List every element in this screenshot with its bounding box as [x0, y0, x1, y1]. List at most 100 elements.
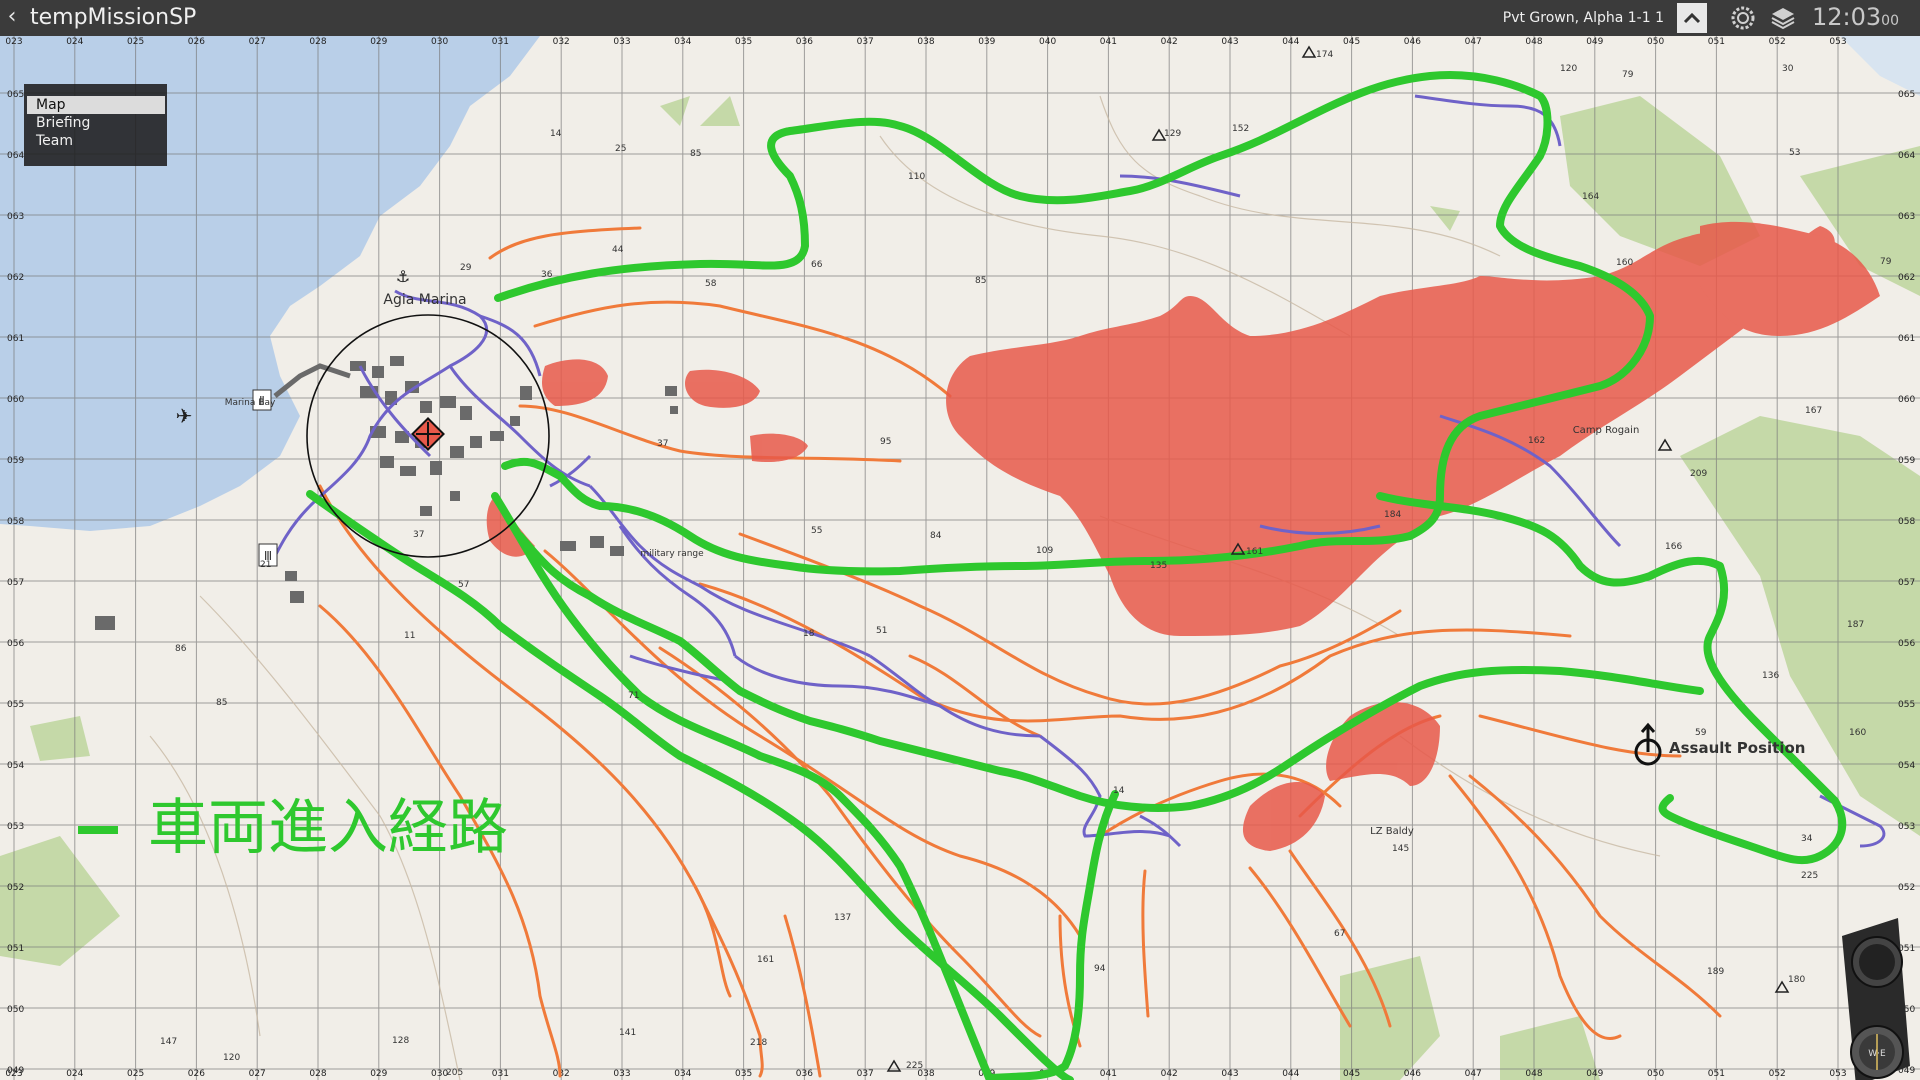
grid-y-label: 055	[1898, 700, 1915, 710]
grid-y-label: 058	[1898, 517, 1915, 527]
clock-time: 12:03	[1812, 3, 1882, 31]
grid-x-label: 028	[309, 1069, 326, 1079]
elevation-label: 136	[1762, 671, 1779, 681]
grid-y-label: 063	[7, 212, 24, 222]
grid-x-label: 052	[1769, 37, 1786, 47]
range-label: military range	[640, 549, 704, 559]
grid-y-label: 057	[1898, 578, 1915, 588]
elevation-label: 85	[975, 276, 986, 286]
map-canvas[interactable]: 023 024 025 026 027 028 029 030 031 032 033 034 035 0…	[0, 36, 1920, 1080]
elevation-label: 187	[1847, 620, 1864, 630]
elevation-label: 36	[541, 270, 553, 280]
elevation-label: 167	[1805, 406, 1822, 416]
grid-x-label: 032	[553, 37, 570, 47]
grid-x-label: 037	[857, 1069, 874, 1079]
grid-x-label: 041	[1100, 1069, 1117, 1079]
grid-x-label: 046	[1404, 1069, 1421, 1079]
elevation-label: 37	[413, 530, 424, 540]
elevation-label: 37	[657, 439, 668, 449]
grid-x-label: 048	[1525, 37, 1542, 47]
grid-x-label: 051	[1708, 1069, 1725, 1079]
elevation-label: 85	[690, 149, 701, 159]
elevation-label: 84	[930, 531, 942, 541]
elevation-label: 120	[1560, 64, 1577, 74]
grid-x-label: 033	[613, 37, 630, 47]
menu-item-team[interactable]: Team	[27, 132, 165, 150]
grid-x-label: 034	[674, 37, 691, 47]
svg-text:⚓: ⚓	[396, 267, 410, 286]
town-label: Agia Marina	[383, 292, 466, 308]
grid-x-label: 036	[796, 1069, 813, 1079]
grid-y-label: 055	[7, 700, 24, 710]
elevation-label: 166	[1665, 542, 1682, 552]
elevation-label: 66	[811, 260, 823, 270]
grid-x-label: 040	[1039, 37, 1056, 47]
elevation-label: 25	[615, 144, 626, 154]
elevation-label: 128	[392, 1036, 409, 1046]
elevation-label: 205	[446, 1068, 463, 1078]
grid-x-label: 031	[492, 37, 509, 47]
grid-x-label: 051	[1708, 37, 1725, 47]
svg-text:✈: ✈	[176, 404, 193, 428]
grid-x-label: 044	[1282, 37, 1299, 47]
elevation-label: 109	[1036, 546, 1053, 556]
elevation-label: 180	[1788, 975, 1805, 985]
collapse-button[interactable]	[1677, 3, 1707, 33]
grid-x-label: 041	[1100, 37, 1117, 47]
menu-item-briefing[interactable]: Briefing	[27, 114, 165, 132]
elevation-label: 161	[757, 955, 774, 965]
menu-item-map[interactable]: Map	[27, 96, 165, 114]
elevation-label: 67	[1334, 929, 1345, 939]
elevation-label: 21	[260, 560, 271, 570]
mission-clock: 12:0300	[1812, 2, 1899, 36]
elevation-label: 94	[1094, 964, 1106, 974]
grid-x-label: 028	[309, 37, 326, 47]
grid-y-label: 060	[1898, 395, 1915, 405]
elevation-label: 29	[460, 263, 472, 273]
elevation-label: 59	[1695, 728, 1707, 738]
back-chevron-icon[interactable]: ‹	[4, 5, 20, 29]
grid-x-label: 023	[5, 37, 22, 47]
grid-x-label: 034	[674, 1069, 691, 1079]
grid-y-label: 056	[7, 639, 24, 649]
grid-x-label: 026	[188, 37, 205, 47]
grid-x-label: 047	[1465, 1069, 1482, 1079]
grid-x-label: 036	[796, 37, 813, 47]
grid-y-label: 065	[7, 90, 24, 100]
elevation-label: 225	[906, 1061, 923, 1071]
map-view[interactable]: 023 024 025 026 027 028 029 030 031 032 033 034 035 0…	[0, 36, 1920, 1080]
map-menu: Map Briefing Team	[24, 84, 167, 166]
elevation-label: 129	[1164, 129, 1181, 139]
elevation-label: 11	[404, 631, 415, 641]
elevation-label: 51	[876, 626, 887, 636]
elevation-label: 209	[1690, 469, 1707, 479]
elevation-label: 161	[1246, 547, 1263, 557]
elevation-label: 95	[880, 437, 891, 447]
elevation-label: 85	[216, 698, 227, 708]
grid-y-label: 064	[7, 151, 24, 161]
elevation-label: 162	[1528, 436, 1545, 446]
grid-x-label: 049	[1586, 1069, 1603, 1079]
compass-icon[interactable]: W·E	[1832, 916, 1912, 1080]
gps-button[interactable]	[1728, 3, 1758, 33]
elevation-label: 174	[1316, 50, 1333, 60]
grid-y-label: 052	[7, 883, 24, 893]
aircraft-icon: ✈	[176, 404, 193, 428]
grid-y-label: 051	[7, 944, 24, 954]
grid-x-label: 025	[127, 1069, 144, 1079]
grid-x-label: 053	[1829, 37, 1846, 47]
elevation-label: 137	[834, 913, 851, 923]
elevation-label: 164	[1582, 192, 1599, 202]
elevation-label: 145	[1392, 844, 1409, 854]
grid-x-label: 030	[431, 37, 448, 47]
elevation-label: 18	[803, 629, 815, 639]
top-bar: ‹ tempMissionSP Pvt Grown, Alpha 1-1 1 1…	[0, 0, 1920, 37]
grid-x-label: 027	[249, 37, 266, 47]
camp-label: Camp Rogain	[1573, 425, 1640, 436]
gear-icon	[1731, 6, 1755, 30]
layers-button[interactable]	[1768, 3, 1798, 33]
grid-x-label: 042	[1161, 37, 1178, 47]
grid-x-label: 037	[857, 37, 874, 47]
anchor-icon: ⚓	[396, 267, 410, 286]
grid-y-label: 060	[7, 395, 24, 405]
